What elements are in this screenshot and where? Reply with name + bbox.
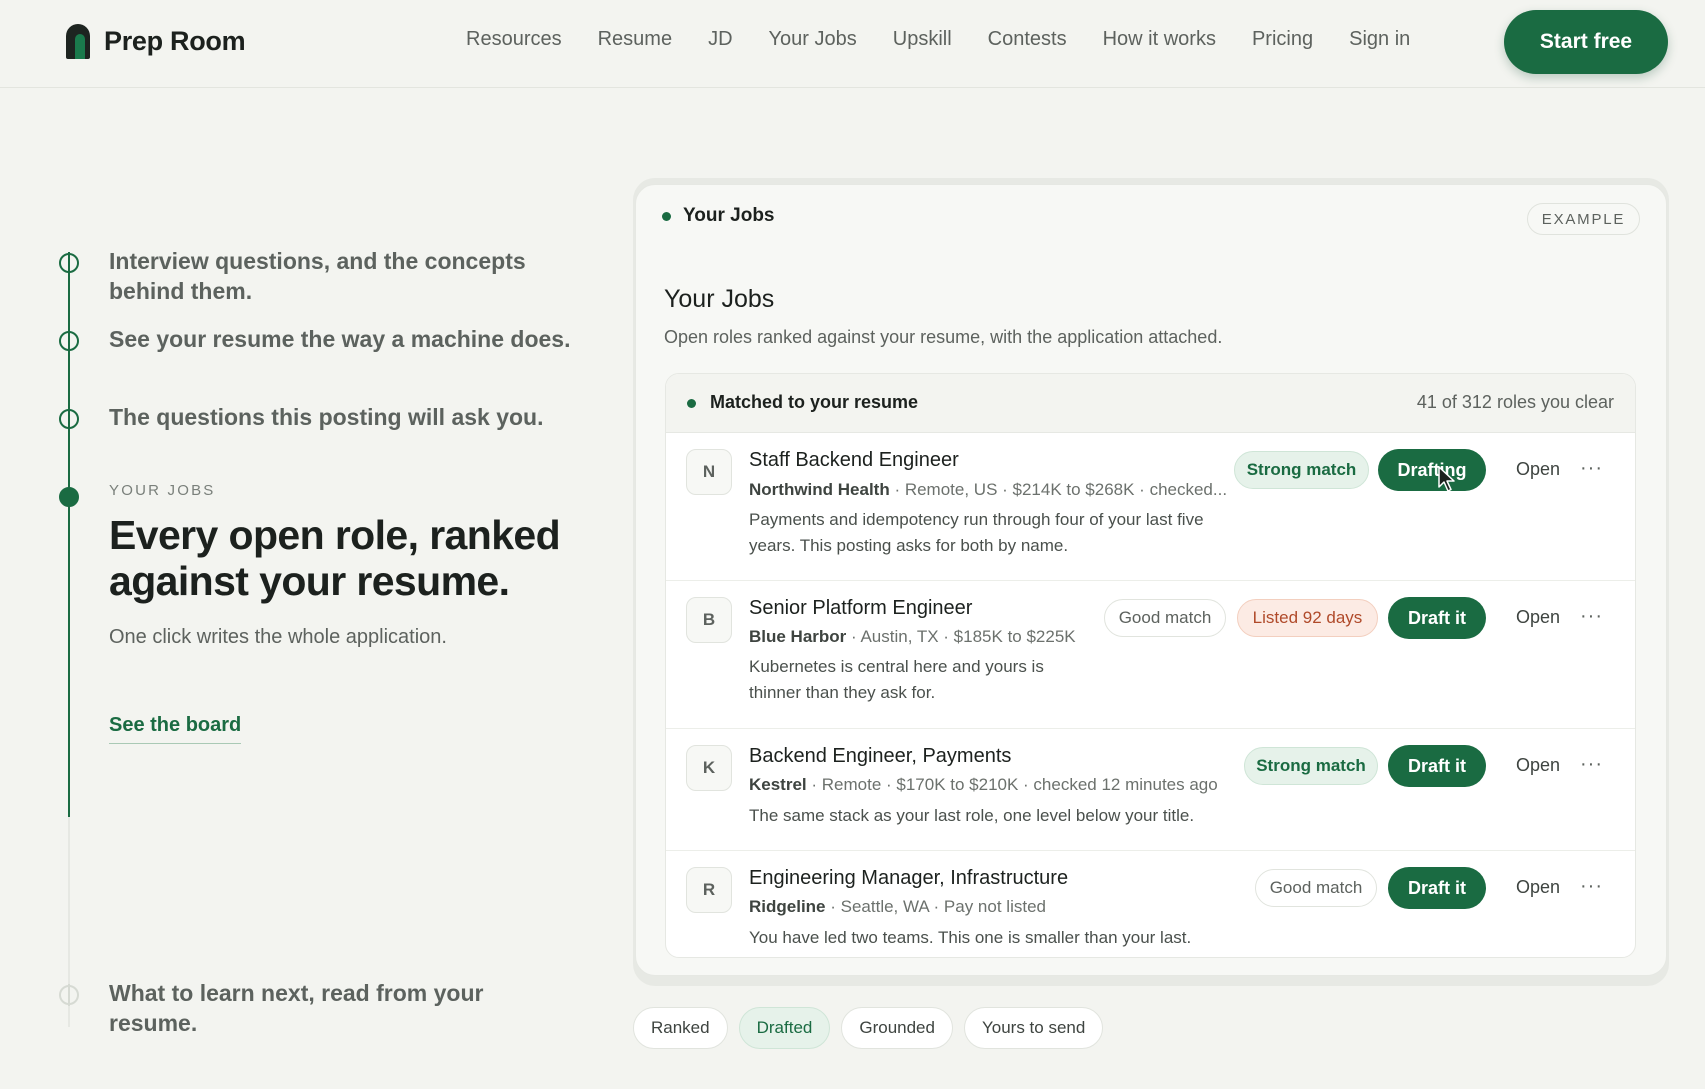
job-note-line: years. This posting asks for both by nam…	[749, 536, 1069, 555]
tab-grounded[interactable]: Grounded	[841, 1007, 953, 1049]
nav-link-your-jobs[interactable]: Your Jobs	[769, 28, 857, 51]
timeline-step-marker	[59, 408, 79, 430]
job-list-title: Matched to your resume	[710, 392, 919, 412]
drafting-button[interactable]: Drafting	[1378, 449, 1486, 491]
match-badge: Strong match	[1244, 747, 1378, 785]
nav-link-sign-in[interactable]: Sign in	[1349, 28, 1410, 51]
job-details: · Remote · $170K to $210K · checked 12 m…	[806, 775, 1218, 794]
nav-link-resources[interactable]: Resources	[466, 28, 562, 51]
job-note-line: Kubernetes is central here and yours is	[749, 657, 1044, 676]
company-name: Northwind Health	[749, 480, 890, 499]
card-title: Your Jobs	[664, 285, 775, 313]
nav-link-contests[interactable]: Contests	[988, 28, 1067, 51]
step-what-to-learn[interactable]: What to learn next, read from your resum…	[109, 978, 509, 1038]
see-the-board-link[interactable]: See the board	[109, 714, 242, 744]
open-button[interactable]: Open	[1516, 755, 1560, 776]
your-jobs-card: Your Jobs EXAMPLE Your Jobs Open roles r…	[635, 184, 1667, 976]
match-badge: Good match	[1104, 599, 1226, 637]
brand-name: Prep Room	[104, 26, 246, 56]
status-dot-icon	[662, 211, 671, 221]
step-interview-questions[interactable]: Interview questions, and the concepts be…	[109, 246, 569, 306]
timeline-step-marker	[59, 252, 79, 274]
card-label-row: Your Jobs	[662, 205, 775, 227]
job-meta: Northwind Health · Remote, US · $214K to…	[749, 480, 1227, 500]
stage-tabs: Ranked Drafted Grounded Yours to send	[633, 1007, 1104, 1049]
job-title[interactable]: Senior Platform Engineer	[749, 597, 972, 620]
top-nav: Prep Room Resources Resume JD Your Jobs …	[0, 0, 1705, 88]
job-row[interactable]: R Engineering Manager, Infrastructure Ri…	[666, 851, 1635, 957]
draft-it-button[interactable]: Draft it	[1388, 867, 1486, 909]
nav-link-jd[interactable]: JD	[708, 28, 732, 51]
draft-it-button[interactable]: Draft it	[1388, 597, 1486, 639]
nav-link-pricing[interactable]: Pricing	[1252, 28, 1313, 51]
job-meta: Kestrel · Remote · $170K to $210K · chec…	[749, 775, 1218, 795]
feature-subline: One click writes the whole application.	[109, 626, 447, 648]
start-free-button[interactable]: Start free	[1504, 10, 1668, 74]
timeline-step-marker	[59, 984, 79, 1006]
job-list: Matched to your resume 41 of 312 roles y…	[665, 373, 1636, 958]
job-list-count: 41 of 312 roles you clear	[1416, 392, 1614, 412]
status-dot-icon	[687, 399, 696, 408]
nav-links: Resources Resume JD Your Jobs Upskill Co…	[466, 28, 1446, 51]
nav-link-resume[interactable]: Resume	[598, 28, 672, 51]
company-name: Ridgeline	[749, 897, 826, 916]
company-avatar: N	[686, 449, 732, 495]
open-button[interactable]: Open	[1516, 459, 1560, 480]
tab-drafted[interactable]: Drafted	[738, 1007, 831, 1049]
job-title[interactable]: Staff Backend Engineer	[749, 449, 959, 472]
job-note-line: thinner than they ask for.	[749, 683, 936, 702]
card-label: Your Jobs	[683, 205, 775, 226]
match-badge: Strong match	[1234, 451, 1369, 489]
card-description: Open roles ranked against your resume, w…	[664, 327, 1223, 347]
job-details: · Austin, TX · $185K to $225K	[846, 627, 1076, 646]
job-note: Payments and idempotency run through fou…	[749, 507, 1204, 559]
feature-headline: Every open role, ranked against your res…	[109, 512, 561, 604]
more-options-icon[interactable]: ···	[1580, 753, 1603, 776]
job-meta: Blue Harbor · Austin, TX · $185K to $225…	[749, 627, 1076, 647]
listed-days-badge: Listed 92 days	[1237, 599, 1378, 637]
company-name: Kestrel	[749, 775, 807, 794]
nav-link-how-it-works[interactable]: How it works	[1103, 28, 1216, 51]
tab-ranked[interactable]: Ranked	[633, 1007, 728, 1049]
more-options-icon[interactable]: ···	[1580, 457, 1603, 480]
job-row[interactable]: K Backend Engineer, Payments Kestrel · R…	[666, 729, 1635, 851]
job-meta: Ridgeline · Seattle, WA · Pay not listed	[749, 897, 1046, 917]
company-avatar: K	[686, 745, 732, 791]
job-row[interactable]: B Senior Platform Engineer Blue Harbor ·…	[666, 581, 1635, 729]
job-list-header: Matched to your resume 41 of 312 roles y…	[666, 374, 1635, 433]
job-note-line: Payments and idempotency run through fou…	[749, 510, 1204, 529]
door-logo-icon	[66, 24, 90, 59]
step-posting-questions[interactable]: The questions this posting will ask you.	[109, 402, 589, 432]
example-badge: EXAMPLE	[1527, 203, 1640, 235]
company-name: Blue Harbor	[749, 627, 847, 646]
company-avatar: R	[686, 867, 732, 913]
more-options-icon[interactable]: ···	[1580, 605, 1603, 628]
tab-yours-to-send[interactable]: Yours to send	[963, 1007, 1104, 1049]
feature-kicker: YOUR JOBS	[109, 482, 216, 499]
job-details: · Remote, US · $214K to $268K · checked.…	[889, 480, 1228, 499]
job-details: · Seattle, WA · Pay not listed	[825, 897, 1046, 916]
open-button[interactable]: Open	[1516, 877, 1560, 898]
mouse-cursor-icon	[1438, 466, 1455, 492]
job-note: Kubernetes is central here and yours is t…	[749, 654, 1044, 706]
job-note-line: The same stack as your last role, one le…	[749, 806, 1195, 825]
open-button[interactable]: Open	[1516, 607, 1560, 628]
draft-it-button[interactable]: Draft it	[1388, 745, 1486, 787]
job-title[interactable]: Backend Engineer, Payments	[749, 745, 1011, 768]
timeline-step-marker	[59, 330, 79, 352]
timeline-active-marker	[59, 487, 79, 507]
match-badge: Good match	[1255, 869, 1377, 907]
nav-link-upskill[interactable]: Upskill	[893, 28, 952, 51]
job-row[interactable]: N Staff Backend Engineer Northwind Healt…	[666, 433, 1635, 581]
company-avatar: B	[686, 597, 732, 643]
job-note: You have led two teams. This one is smal…	[749, 925, 1191, 951]
brand-logo[interactable]: Prep Room	[66, 24, 246, 59]
job-title[interactable]: Engineering Manager, Infrastructure	[749, 867, 1068, 890]
job-note: The same stack as your last role, one le…	[749, 803, 1194, 829]
step-resume-machine[interactable]: See your resume the way a machine does.	[109, 324, 589, 354]
more-options-icon[interactable]: ···	[1580, 875, 1603, 898]
job-note-line: You have led two teams. This one is smal…	[749, 928, 1192, 947]
